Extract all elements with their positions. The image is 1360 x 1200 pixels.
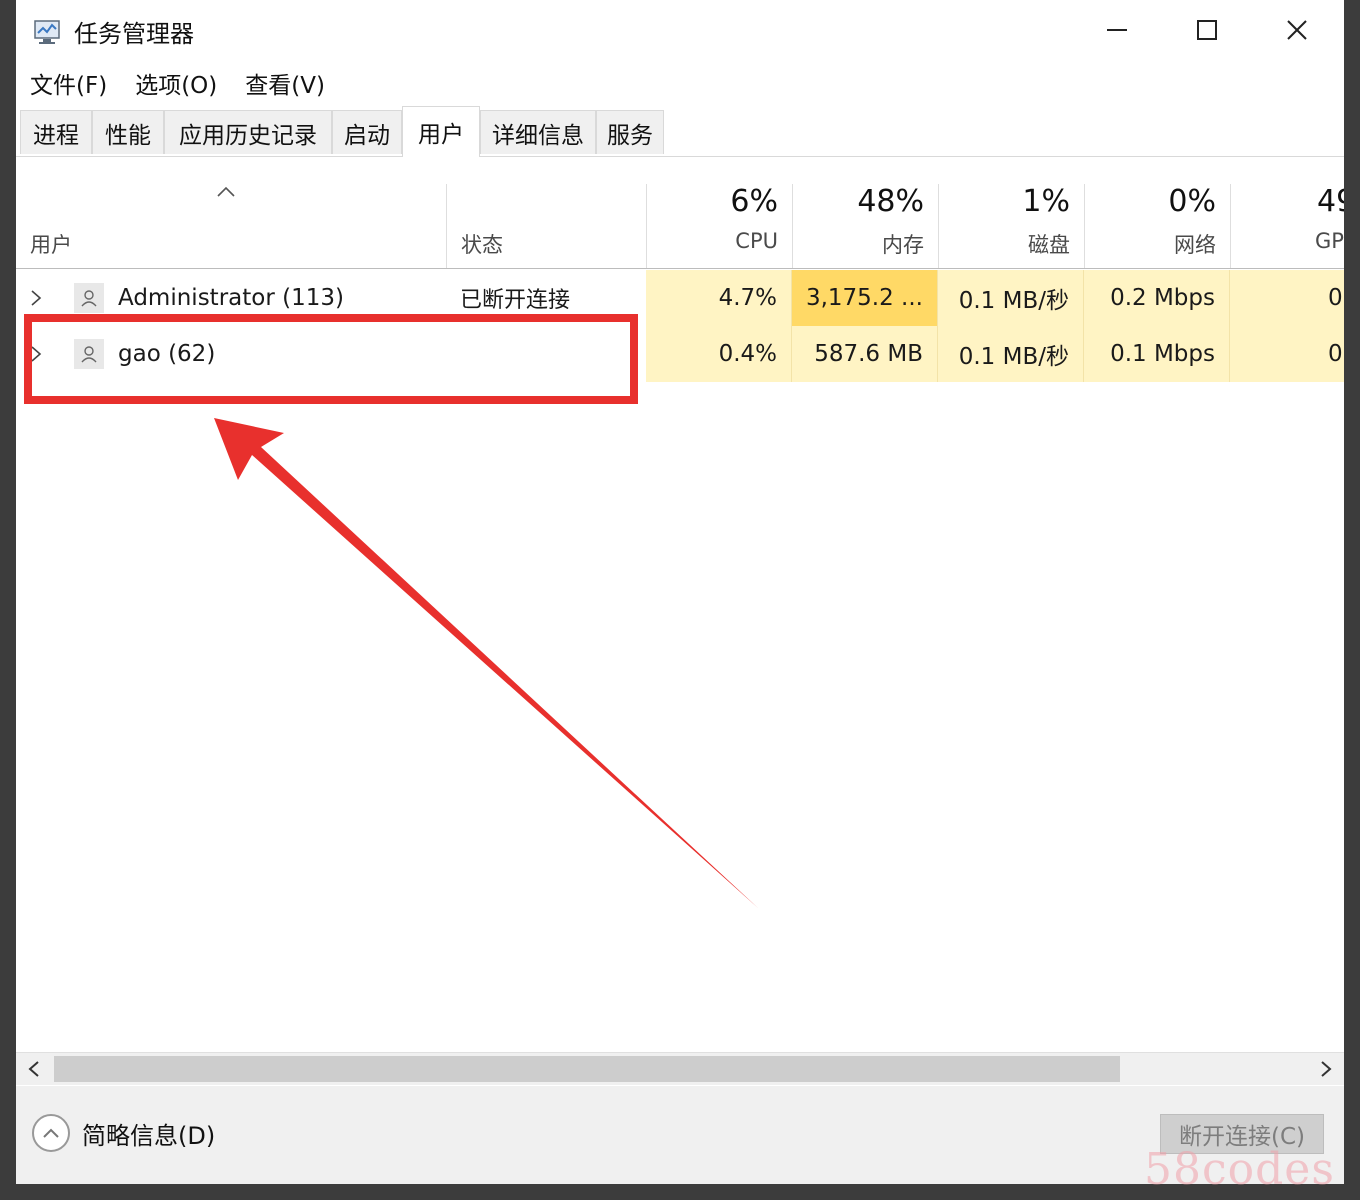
menu-view[interactable]: 查看(V) (231, 62, 339, 100)
tab-services[interactable]: 服务 (596, 110, 664, 154)
column-header-network[interactable]: 0% 网络 (1084, 184, 1230, 268)
tab-details[interactable]: 详细信息 (480, 110, 596, 154)
tab-users[interactable]: 用户 (402, 106, 480, 157)
column-header-cpu[interactable]: 6% CPU (646, 184, 792, 268)
column-header-memory[interactable]: 48% 内存 (792, 184, 938, 268)
disk-cell: 0.1 MB/秒 (938, 270, 1084, 326)
close-icon (1287, 20, 1307, 40)
scroll-right-arrow-icon[interactable] (1308, 1053, 1344, 1085)
column-header-user[interactable]: 用户 (16, 184, 446, 268)
fewer-details-link[interactable]: 简略信息(D) (82, 1116, 215, 1151)
title-bar: 任务管理器 (16, 0, 1344, 60)
memory-cell: 587.6 MB (792, 326, 938, 382)
close-button[interactable] (1252, 0, 1342, 60)
gpu-cell: 0 (1230, 270, 1344, 326)
minimize-button[interactable] (1072, 0, 1162, 60)
tab-strip: 进程 性能 应用历史记录 启动 用户 详细信息 服务 (16, 100, 1344, 157)
menu-options[interactable]: 选项(O) (121, 62, 231, 100)
network-cell: 0.1 Mbps (1084, 326, 1230, 382)
gpu-cell: 0 (1230, 326, 1344, 382)
tab-startup[interactable]: 启动 (332, 110, 402, 154)
user-avatar-icon (74, 283, 104, 313)
column-header-status[interactable]: 状态 (446, 184, 646, 268)
horizontal-scrollbar[interactable] (16, 1052, 1344, 1085)
task-manager-window: 任务管理器 文件(F) 选项(O) 查看(V) 进程 性能 应用历史记录 启动 … (16, 0, 1344, 1184)
network-cell: 0.2 Mbps (1084, 270, 1230, 326)
collapse-chevron-up-icon[interactable] (32, 1114, 70, 1152)
tab-performance[interactable]: 性能 (92, 110, 164, 154)
column-header-disk[interactable]: 1% 磁盘 (938, 184, 1084, 268)
menu-bar: 文件(F) 选项(O) 查看(V) (16, 62, 339, 100)
task-manager-icon (32, 18, 62, 46)
minimize-icon (1107, 29, 1127, 31)
memory-cell: 3,175.2 ... (792, 270, 938, 326)
tab-processes[interactable]: 进程 (20, 110, 92, 154)
cpu-cell: 4.7% (646, 270, 792, 326)
scrollbar-thumb[interactable] (54, 1056, 1120, 1082)
annotation-arrow (214, 418, 758, 908)
window-title: 任务管理器 (74, 20, 194, 48)
tab-app-history[interactable]: 应用历史记录 (164, 110, 332, 154)
menu-file[interactable]: 文件(F) (16, 62, 121, 100)
cpu-cell: 0.4% (646, 326, 792, 382)
watermark-logo: 58codes (1144, 1144, 1335, 1195)
column-header-gpu[interactable]: 49 GPU (1230, 184, 1344, 268)
header-divider (16, 268, 1344, 269)
maximize-button[interactable] (1162, 0, 1252, 60)
disk-cell: 0.1 MB/秒 (938, 326, 1084, 382)
scroll-left-arrow-icon[interactable] (16, 1053, 52, 1085)
maximize-icon (1197, 20, 1217, 40)
annotation-highlight-box (24, 314, 638, 404)
